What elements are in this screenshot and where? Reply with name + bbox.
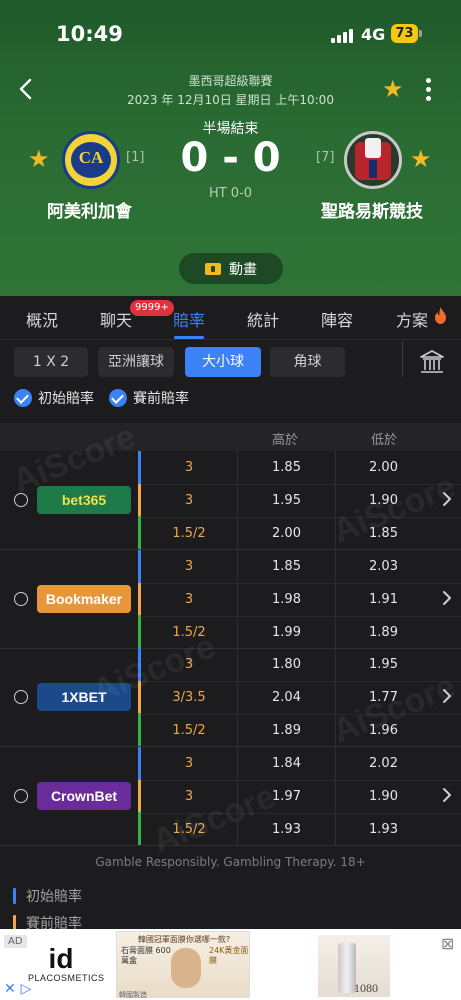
initial-odds-toggle[interactable]: 初始賠率 [14,388,94,408]
group-divider [0,844,461,846]
away-team-logo[interactable] [344,131,402,189]
away-rank: [7] [316,150,335,165]
handicap-value: 1.5/2 [172,723,206,738]
favorite-star-icon[interactable]: ★ [382,77,404,101]
check-icon [14,389,32,407]
over-odds: 1.84 [237,746,335,780]
handicap-value: 1.5/2 [172,526,206,541]
pre-match-odds-label: 賽前賠率 [133,391,189,407]
under-odds: 1.90 [335,779,431,813]
initial-odds-label: 初始賠率 [38,391,94,407]
over-odds: 2.04 [237,681,335,714]
away-favorite-star-icon[interactable]: ★ [410,147,432,171]
over-odds: 1.99 [237,615,335,649]
handicap-value: 3 [184,460,194,475]
over-odds: 1.89 [237,714,335,747]
ad-promo-image[interactable]: 韓國冠軍面膜你選哪一款? 石膏面膜 600萬盒 24K黃金面膜 韓國製造 [116,931,250,999]
bookmaker-badge[interactable]: CrownBet [37,781,131,810]
chat-count-badge: 9999+ [130,300,174,316]
animation-label: 動畫 [229,261,257,278]
over-odds: 1.98 [237,582,335,616]
tab-odds[interactable]: 賠率 [173,307,205,331]
pre-match-odds-toggle[interactable]: 賽前賠率 [109,388,189,408]
odds-type-1x2[interactable]: 1 X 2 [14,347,88,377]
chips-divider [402,341,403,377]
ad-brand-mark: id [48,943,74,974]
under-odds: 2.02 [335,746,431,780]
battery-icon: 73 [391,24,418,43]
animation-icon [205,262,221,275]
under-odds: 2.03 [335,549,431,583]
bookmaker-group[interactable]: Bookmaker 3 1.85 2.03 3 1.98 1.91 1.5/2 1.99 1.89 [0,549,461,649]
check-icon [109,389,127,407]
ad-banner-headline: 韓國冠軍面膜你選哪一款? [137,935,231,944]
ad-brand-name: PLACOSMETICS [28,973,105,983]
over-header: 高於 [272,433,299,448]
odds-type-asian-handicap[interactable]: 亞洲讓球 [98,347,174,377]
over-odds: 1.80 [237,648,335,681]
ad-model-image [171,948,201,988]
legend-initial: 初始賠率 [13,886,82,906]
bookmaker-select-radio[interactable] [14,591,28,606]
handicap-value: 3 [184,755,194,771]
tab-tips[interactable]: 方案 [396,307,428,331]
ad-banner-footer: 韓國製造 [119,991,147,999]
match-header: 10:49 4G 73 墨西哥超級聯賽 2023 年 12月10日 星期日 上午… [0,0,461,296]
tab-stats[interactable]: 統計 [247,307,279,331]
over-odds: 1.95 [237,484,335,517]
status-time: 10:49 [56,22,123,46]
odds-row: 3 1.97 1.90 [141,779,431,813]
gamble-responsibly-note: Gamble Responsibly. Gambling Therapy. 18… [95,855,366,869]
ad-label: AD [4,935,27,948]
odds-row: 3 1.85 2.03 [141,549,431,583]
more-options-icon[interactable] [426,78,432,102]
tab-chat[interactable]: 聊天 [100,307,132,331]
match-tabs: 概況 聊天 賠率 統計 陣容 方案 [0,296,461,340]
ad-product-number: 1080 [354,981,378,995]
under-odds: 1.93 [335,812,431,846]
chevron-right-icon[interactable] [442,787,452,803]
bookmaker-badge[interactable]: bet365 [37,486,131,514]
odds-type-corners[interactable]: 角球 [270,347,345,377]
ad-banner-left-text: 石膏面膜 600萬盒 [121,946,171,965]
under-odds: 1.95 [335,648,431,681]
tab-lineup[interactable]: 陣容 [321,307,353,331]
handicap-value: 3 [184,493,194,508]
home-team-name[interactable]: 阿美利加會 [47,197,132,222]
fire-icon [435,307,446,324]
under-header: 低於 [371,433,398,448]
signal-icon [331,27,355,43]
active-tab-indicator [174,336,204,339]
odds-type-selector: 1 X 2 亞洲讓球 大小球 角球 [0,347,461,377]
odds-row: 3 1.85 2.00 [141,451,431,484]
handicap-value: 3 [184,558,194,574]
under-odds: 1.89 [335,615,431,649]
odds-type-over-under[interactable]: 大小球 [185,347,261,377]
ad-brand-logo[interactable]: id PLACOSMETICS [28,943,105,995]
under-odds: 1.91 [335,582,431,616]
odds-row: 3 1.84 2.02 [141,746,431,780]
company-filter-icon[interactable] [418,348,446,376]
bookmaker-badge[interactable]: Bookmaker [37,584,131,613]
status-bar: 10:49 4G 73 [0,0,461,66]
ad-banner-right-text: 24K黃金面膜 [209,946,249,965]
tab-overview[interactable]: 概況 [26,307,58,331]
handicap-value: 3 [184,591,194,607]
bookmaker-select-radio[interactable] [14,690,28,704]
odds-row: 3 1.98 1.91 [141,582,431,616]
over-odds: 1.85 [237,549,335,583]
over-odds: 1.85 [237,451,335,484]
ad-product-image[interactable]: 1080 [318,935,390,997]
bookmaker-select-radio[interactable] [14,788,28,803]
chevron-right-icon[interactable] [442,590,452,606]
network-label: 4G [361,25,386,44]
legend-initial-label: 初始賠率 [26,889,82,905]
over-odds: 2.00 [237,517,335,550]
ad-close-icon[interactable]: ⊠ [441,934,454,953]
away-team-name[interactable]: 聖路易斯競技 [321,197,423,222]
legend-initial-line [13,888,16,904]
battery-tip [419,30,422,37]
animation-button[interactable]: 動畫 [179,253,283,284]
